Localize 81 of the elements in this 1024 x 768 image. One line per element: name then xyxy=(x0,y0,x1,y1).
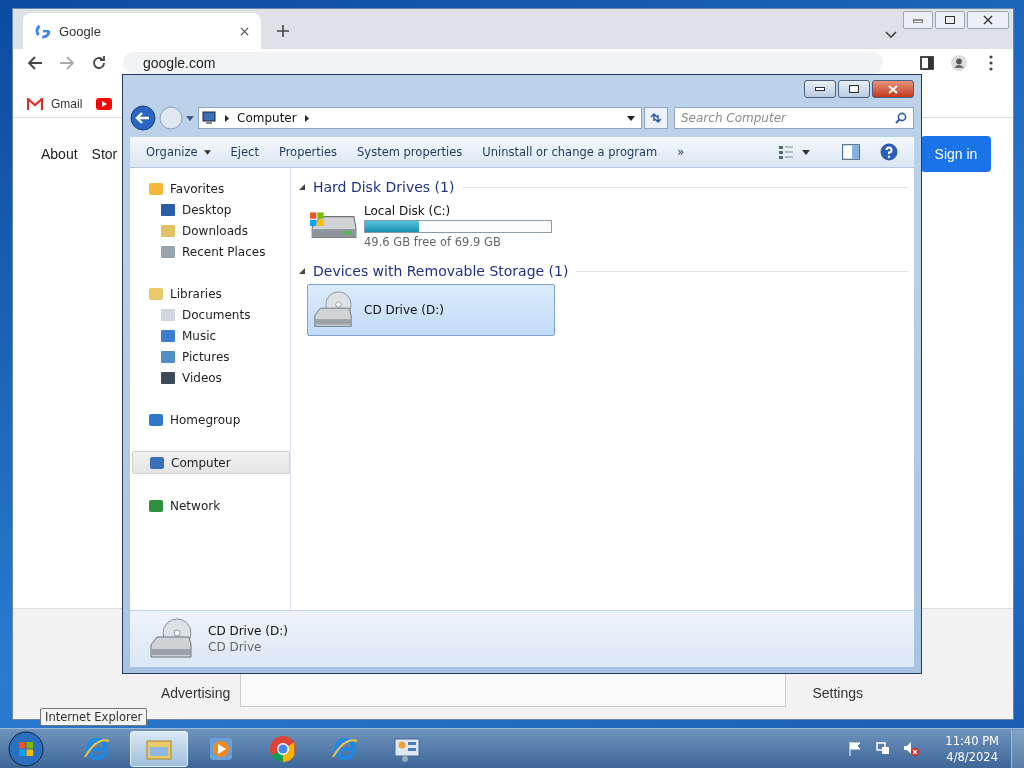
nav-item[interactable]: Pictures xyxy=(132,346,290,367)
profile-icon[interactable] xyxy=(951,55,967,71)
dropdown-icon[interactable] xyxy=(627,115,635,121)
close-button[interactable] xyxy=(872,80,914,98)
browser-tab[interactable]: Google xyxy=(23,13,261,49)
arrow-icon xyxy=(225,114,229,122)
nav-item[interactable]: Documents xyxy=(132,304,290,325)
sign-in-button[interactable]: Sign in xyxy=(921,136,991,172)
nav-item[interactable]: Homegroup xyxy=(132,409,290,430)
bookmark[interactable]: Gmail xyxy=(27,97,83,111)
close-icon xyxy=(983,15,993,25)
restore-icon xyxy=(945,16,955,24)
drive-item[interactable]: Local Disk (C:) 49.6 GB free of 69.9 GB xyxy=(307,200,555,252)
search-field[interactable]: Search Computer xyxy=(674,107,914,129)
address-bar[interactable]: Computer xyxy=(198,107,642,129)
nav-item[interactable]: Music xyxy=(132,325,290,346)
toolbar-button[interactable]: Properties xyxy=(270,141,346,163)
group-heading: Hard Disk Drives (1) xyxy=(313,179,455,195)
play-icon[interactable] xyxy=(96,98,113,110)
caret-icon xyxy=(802,149,810,155)
arrow-icon xyxy=(304,114,309,122)
search-icon xyxy=(895,112,907,124)
tab-title: Google xyxy=(59,23,102,39)
page-link[interactable]: About xyxy=(41,146,78,162)
back-icon[interactable] xyxy=(27,55,43,71)
drive-name: CD Drive (D:) xyxy=(364,303,444,317)
nav-item[interactable]: Desktop xyxy=(132,199,290,220)
free-space-text: 49.6 GB free of 69.9 GB xyxy=(364,234,502,249)
collapse-icon[interactable] xyxy=(299,268,305,274)
details-name: CD Drive (D:) xyxy=(208,624,288,638)
toolbar-button[interactable]: Organize xyxy=(138,141,219,163)
view-button[interactable] xyxy=(778,145,810,159)
restore-icon xyxy=(849,85,859,93)
address-bar[interactable]: google.com xyxy=(123,52,883,74)
start-button[interactable] xyxy=(8,730,44,767)
nav-item[interactable]: Favorites xyxy=(132,178,290,199)
breadcrumb[interactable]: Computer xyxy=(237,111,297,125)
toolbar-button[interactable]: Eject xyxy=(222,141,267,163)
refresh-button[interactable] xyxy=(644,107,668,129)
clock[interactable]: 11:40 PM 4/8/2024 xyxy=(945,732,999,765)
list-view-icon xyxy=(778,145,794,159)
close-icon xyxy=(888,84,898,94)
footer-link[interactable]: Advertising xyxy=(161,685,231,707)
restore-button[interactable] xyxy=(935,11,965,29)
preview-pane-icon[interactable] xyxy=(842,143,860,161)
page-link[interactable]: Stor xyxy=(91,146,118,162)
nav-item[interactable]: Recent Places xyxy=(132,241,290,262)
group-heading: Devices with Removable Storage (1) xyxy=(313,263,569,279)
nav-item[interactable]: Videos xyxy=(132,367,290,388)
refresh-icon xyxy=(649,112,663,124)
muted-volume-icon[interactable] xyxy=(903,740,920,757)
new-tab-icon[interactable] xyxy=(277,25,289,37)
drive-item[interactable]: CD Drive (D:) xyxy=(307,284,555,336)
date: 4/8/2024 xyxy=(946,748,998,765)
close-button[interactable] xyxy=(967,11,1009,29)
time: 11:40 PM xyxy=(945,732,999,749)
caret-icon xyxy=(203,149,211,155)
taskbar-button[interactable] xyxy=(130,730,188,767)
nav-item[interactable]: Libraries xyxy=(132,283,290,304)
toolbar-button[interactable]: Uninstall or change a program xyxy=(474,141,666,163)
drive-name: Local Disk (C:) xyxy=(364,203,452,218)
minimize-button[interactable] xyxy=(804,80,836,98)
restore-button[interactable] xyxy=(838,80,870,98)
collapse-icon[interactable] xyxy=(299,184,305,190)
chevron-icon[interactable] xyxy=(885,31,897,39)
back-button[interactable] xyxy=(130,105,156,131)
close-icon[interactable] xyxy=(240,26,249,36)
nav-item[interactable]: Downloads xyxy=(132,220,290,241)
nav-item[interactable]: Computer xyxy=(132,451,290,474)
toolbar-button[interactable]: System properties xyxy=(349,141,471,163)
help-icon[interactable] xyxy=(880,143,898,161)
reload-icon[interactable] xyxy=(91,55,107,71)
side-panel-icon[interactable] xyxy=(919,55,935,71)
footer-link[interactable]: Settings xyxy=(812,685,863,707)
details-type: CD Drive xyxy=(208,640,263,654)
toolbar-button[interactable]: » xyxy=(669,141,693,163)
nav-item[interactable]: Network xyxy=(132,495,290,516)
tooltip: Internet Explorer xyxy=(40,708,148,726)
minimize-icon xyxy=(815,87,825,91)
minimize-icon xyxy=(913,17,923,23)
mail-icon xyxy=(27,98,43,110)
